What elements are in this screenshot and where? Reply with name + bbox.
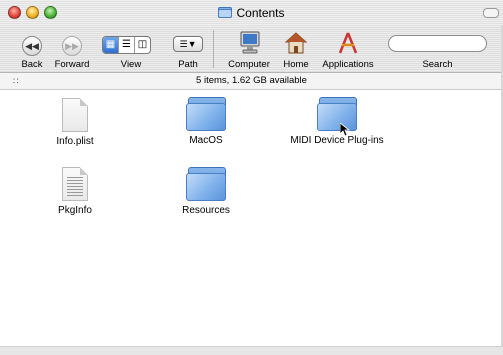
title-bar[interactable]: Contents bbox=[0, 0, 503, 26]
computer-icon bbox=[240, 31, 260, 54]
status-text: 5 items, 1.62 GB available bbox=[196, 75, 307, 86]
file-item-midi-device-plug-ins[interactable]: MIDI Device Plug-ins bbox=[282, 97, 392, 146]
mouse-cursor-icon bbox=[340, 123, 350, 137]
forward-label: Forward bbox=[54, 59, 90, 70]
applications-icon bbox=[338, 32, 358, 54]
toolbar-toggle-button[interactable] bbox=[483, 8, 499, 18]
back-arrow-icon: ◀◀ bbox=[22, 36, 42, 56]
window-title: Contents bbox=[0, 6, 503, 20]
applications-label: Applications bbox=[322, 59, 374, 70]
folder-icon bbox=[186, 167, 226, 201]
file-item-info-plist[interactable]: Info.plist bbox=[20, 98, 130, 147]
window-title-text: Contents bbox=[236, 6, 285, 20]
view-segmented-control[interactable]: ▦ ☰ ◫ bbox=[102, 36, 151, 54]
folder-icon bbox=[218, 7, 233, 18]
finder-window: Contents ◀◀ Back ▶▶ Forward ▦ ☰ ◫ View ☰… bbox=[0, 0, 503, 355]
search-label: Search bbox=[422, 59, 453, 70]
path-label: Path bbox=[178, 59, 198, 70]
computer-label: Computer bbox=[228, 59, 270, 70]
file-name: PkgInfo bbox=[58, 205, 92, 216]
file-name: MacOS bbox=[189, 135, 223, 146]
plist-document-icon bbox=[62, 98, 88, 132]
home-label: Home bbox=[283, 59, 309, 70]
search-input[interactable] bbox=[388, 35, 487, 52]
text-document-icon bbox=[62, 167, 88, 201]
list-view-icon[interactable]: ☰ bbox=[119, 37, 135, 53]
file-icon-view[interactable]: Info.plist MacOS MIDI Device Plug-ins Pk… bbox=[0, 90, 503, 346]
toolbar-grip-icon[interactable]: ∷ bbox=[13, 76, 19, 86]
file-name: Info.plist bbox=[56, 136, 94, 147]
icon-view-icon[interactable]: ▦ bbox=[103, 37, 119, 53]
path-popup-icon: ☰▼ bbox=[173, 36, 203, 52]
back-label: Back bbox=[21, 59, 43, 70]
file-item-macos[interactable]: MacOS bbox=[151, 97, 261, 146]
file-name: Resources bbox=[182, 205, 230, 216]
view-label: View bbox=[120, 59, 142, 70]
file-item-resources[interactable]: Resources bbox=[151, 167, 261, 216]
status-bar: ∷ 5 items, 1.62 GB available bbox=[0, 73, 503, 90]
column-view-icon[interactable]: ◫ bbox=[135, 37, 150, 53]
file-name: MIDI Device Plug-ins bbox=[290, 135, 384, 146]
folder-icon bbox=[186, 97, 226, 131]
home-icon bbox=[285, 32, 307, 54]
folder-icon bbox=[317, 97, 357, 131]
toolbar-divider bbox=[213, 30, 214, 68]
forward-arrow-icon: ▶▶ bbox=[62, 36, 82, 56]
file-item-pkginfo[interactable]: PkgInfo bbox=[20, 167, 130, 216]
